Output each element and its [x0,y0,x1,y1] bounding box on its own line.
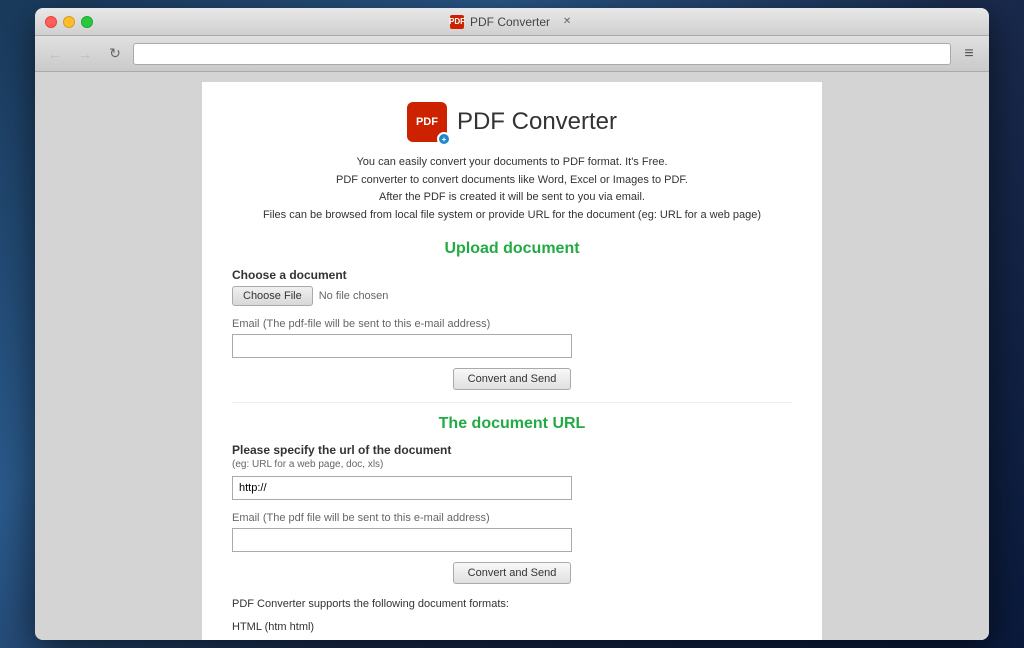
title-bar: PDF PDF Converter ✕ [35,8,989,36]
back-button[interactable]: ← [43,42,67,66]
format-item-html: HTML (htm html) [232,618,792,638]
upload-convert-button[interactable]: Convert and Send [453,368,572,390]
url-email-label: Email (The pdf file will be sent to this… [232,510,792,524]
tab-close-button[interactable]: ✕ [560,15,574,29]
traffic-lights [45,16,93,28]
tab-favicon: PDF [450,15,464,29]
url-input[interactable] [232,476,572,500]
upload-email-label: Email (The pdf-file will be sent to this… [232,316,792,330]
window-title-area: PDF PDF Converter ✕ [450,15,574,29]
url-specify-label: Please specify the url of the document [232,443,792,457]
choose-file-button[interactable]: Choose File [232,286,313,306]
maximize-button[interactable] [81,16,93,28]
reload-button[interactable]: ↻ [103,42,127,66]
url-hint: (eg: URL for a web page, doc, xls) [232,459,792,470]
close-button[interactable] [45,16,57,28]
page-content: PDF + PDF Converter You can easily conve… [202,82,822,640]
url-email-input[interactable] [232,528,572,552]
file-input-area: Choose File No file chosen [232,286,792,306]
pdf-logo-icon: PDF + [407,102,447,142]
window-title: PDF Converter [470,15,550,29]
browser-toolbar: ← → ↻ ≡ [35,36,989,72]
url-section-title: The document URL [232,415,792,433]
forward-button[interactable]: → [73,42,97,66]
minimize-button[interactable] [63,16,75,28]
url-convert-button[interactable]: Convert and Send [453,562,572,584]
formats-section: PDF Converter supports the following doc… [232,598,792,640]
browser-window: PDF PDF Converter ✕ ← → ↻ ≡ PDF + PDF Co… [35,8,989,640]
formats-list: HTML (htm html) Bilder (jpg jpeg png bmp… [232,618,792,640]
upload-section-title: Upload document [232,240,792,258]
pdf-badge: + [437,132,451,146]
intro-line2: PDF converter to convert documents like … [232,172,792,190]
choose-document-label: Choose a document [232,268,792,282]
app-title: PDF Converter [457,108,617,136]
content-area: PDF + PDF Converter You can easily conve… [35,72,989,640]
upload-email-input[interactable] [232,334,572,358]
no-file-label: No file chosen [319,290,389,302]
intro-line4: Files can be browsed from local file sys… [232,207,792,225]
section-divider [232,402,792,403]
logo-area: PDF + PDF Converter [232,102,792,142]
intro-line1: You can easily convert your documents to… [232,154,792,172]
intro-text: You can easily convert your documents to… [232,154,792,224]
format-item-bilder: Bilder (jpg jpeg png bmp gif tiff tif em… [232,638,792,640]
formats-intro: PDF Converter supports the following doc… [232,598,792,610]
intro-line3: After the PDF is created it will be sent… [232,189,792,207]
address-bar[interactable] [133,43,951,65]
browser-menu-button[interactable]: ≡ [957,42,981,66]
